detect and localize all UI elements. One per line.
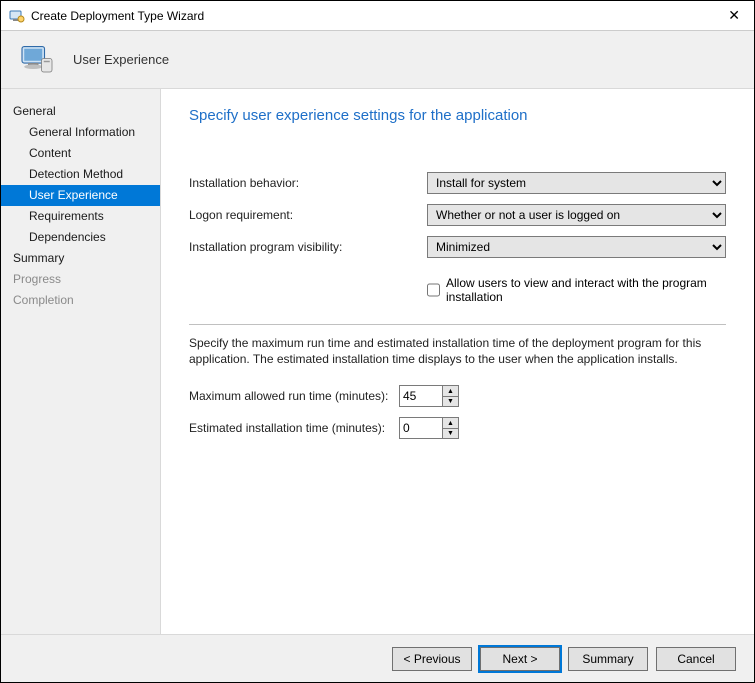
label-program-visibility: Installation program visibility: bbox=[189, 240, 427, 254]
spin-up-max-runtime[interactable]: ▲ bbox=[443, 386, 458, 396]
close-icon[interactable]: ✕ bbox=[722, 7, 746, 24]
time-description: Specify the maximum run time and estimat… bbox=[189, 335, 726, 367]
sidebar-item-dependencies[interactable]: Dependencies bbox=[1, 227, 160, 248]
sidebar-item-completion: Completion bbox=[1, 290, 160, 311]
row-install-behavior: Installation behavior: Install for syste… bbox=[189, 172, 726, 194]
sidebar-item-user-experience[interactable]: User Experience bbox=[1, 185, 160, 206]
sidebar-item-content[interactable]: Content bbox=[1, 143, 160, 164]
sidebar-item-detection-method[interactable]: Detection Method bbox=[1, 164, 160, 185]
separator bbox=[189, 324, 726, 325]
combo-logon-requirement[interactable]: Whether or not a user is logged on bbox=[427, 204, 726, 226]
spinner-est-install: ▲ ▼ bbox=[399, 417, 459, 439]
row-logon-requirement: Logon requirement: Whether or not a user… bbox=[189, 204, 726, 226]
row-allow-interaction: Allow users to view and interact with th… bbox=[427, 276, 726, 304]
previous-button[interactable]: < Previous bbox=[392, 647, 472, 671]
combo-install-behavior[interactable]: Install for system bbox=[427, 172, 726, 194]
wizard-window: Create Deployment Type Wizard ✕ User Exp… bbox=[0, 0, 755, 683]
row-program-visibility: Installation program visibility: Minimiz… bbox=[189, 236, 726, 258]
window-title: Create Deployment Type Wizard bbox=[31, 9, 722, 23]
spin-down-max-runtime[interactable]: ▼ bbox=[443, 396, 458, 407]
summary-button[interactable]: Summary bbox=[568, 647, 648, 671]
wizard-body: General General Information Content Dete… bbox=[1, 89, 754, 634]
app-icon bbox=[9, 8, 25, 24]
main-panel: Specify user experience settings for the… bbox=[161, 89, 754, 634]
spinner-max-runtime: ▲ ▼ bbox=[399, 385, 459, 407]
row-est-install: Estimated installation time (minutes): ▲… bbox=[189, 417, 726, 439]
label-max-runtime: Maximum allowed run time (minutes): bbox=[189, 389, 399, 403]
spin-up-est-install[interactable]: ▲ bbox=[443, 418, 458, 428]
spin-down-est-install[interactable]: ▼ bbox=[443, 428, 458, 439]
combo-program-visibility[interactable]: Minimized bbox=[427, 236, 726, 258]
sidebar-item-summary[interactable]: Summary bbox=[1, 248, 160, 269]
label-allow-interaction: Allow users to view and interact with th… bbox=[446, 276, 726, 304]
input-max-runtime[interactable] bbox=[400, 386, 442, 406]
sidebar-item-general-information[interactable]: General Information bbox=[1, 122, 160, 143]
input-est-install[interactable] bbox=[400, 418, 442, 438]
sidebar-item-requirements[interactable]: Requirements bbox=[1, 206, 160, 227]
sidebar-item-general[interactable]: General bbox=[1, 101, 160, 122]
cancel-button[interactable]: Cancel bbox=[656, 647, 736, 671]
page-heading: Specify user experience settings for the… bbox=[189, 107, 726, 124]
wizard-sidebar: General General Information Content Dete… bbox=[1, 89, 161, 634]
computer-icon bbox=[19, 42, 55, 78]
label-logon-requirement: Logon requirement: bbox=[189, 208, 427, 222]
checkbox-allow-interaction[interactable] bbox=[427, 283, 440, 297]
wizard-footer: < Previous Next > Summary Cancel bbox=[1, 634, 754, 682]
step-title: User Experience bbox=[73, 52, 169, 67]
label-install-behavior: Installation behavior: bbox=[189, 176, 427, 190]
titlebar: Create Deployment Type Wizard ✕ bbox=[1, 1, 754, 31]
row-max-runtime: Maximum allowed run time (minutes): ▲ ▼ bbox=[189, 385, 726, 407]
label-est-install: Estimated installation time (minutes): bbox=[189, 421, 399, 435]
wizard-header: User Experience bbox=[1, 31, 754, 89]
sidebar-item-progress: Progress bbox=[1, 269, 160, 290]
next-button[interactable]: Next > bbox=[480, 647, 560, 671]
